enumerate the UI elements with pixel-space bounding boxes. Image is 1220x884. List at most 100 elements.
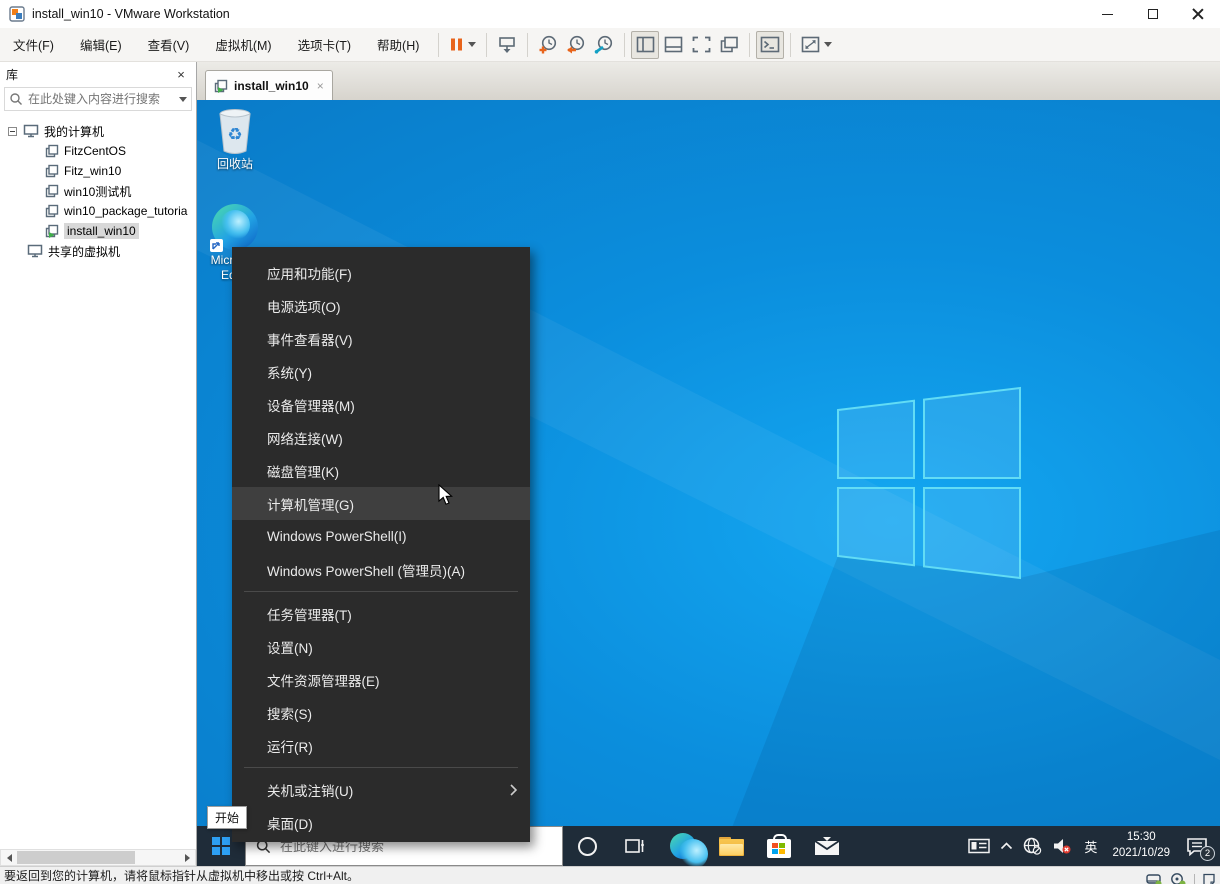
- menu-vm[interactable]: 虚拟机(M): [202, 28, 284, 61]
- store-button[interactable]: [755, 826, 803, 866]
- library-search-input[interactable]: [28, 92, 175, 106]
- menu-item-powershell[interactable]: Windows PowerShell(I): [232, 520, 530, 553]
- ime-indicator[interactable]: 英: [1077, 826, 1104, 866]
- toolbar-separator: [790, 33, 791, 57]
- menu-item-desktop[interactable]: 桌面(D): [232, 806, 530, 839]
- tree-node-my-computer[interactable]: 我的计算机: [0, 121, 196, 141]
- tree-collapse-icon[interactable]: [8, 127, 17, 136]
- minimize-icon: [1102, 14, 1113, 15]
- touch-keyboard-button[interactable]: [963, 826, 995, 866]
- menu-file[interactable]: 文件(F): [0, 28, 67, 61]
- vm-console-screen[interactable]: ♻ 回收站 Microsoft Edge 应用和功能(F) 电源选项(O) 事件…: [197, 100, 1220, 866]
- desktop-icon-recycle-bin[interactable]: ♻ 回收站: [202, 108, 268, 172]
- console-view-button[interactable]: [756, 31, 784, 59]
- tab-install-win10[interactable]: install_win10 ×: [205, 70, 333, 100]
- tab-close-icon[interactable]: ×: [317, 79, 324, 93]
- toolbar-separator: [624, 33, 625, 57]
- menu-view[interactable]: 查看(V): [135, 28, 203, 61]
- vm-name: win10_package_tutoria: [64, 204, 187, 218]
- pause-dropdown-caret[interactable]: [468, 42, 476, 47]
- unity-mode-icon: [720, 36, 739, 53]
- status-bar: 要返回到您的计算机，请将鼠标指针从虚拟机中移出或按 Ctrl+Alt。: [0, 866, 1220, 884]
- menu-item-search[interactable]: 搜索(S): [232, 696, 530, 729]
- menu-item-settings[interactable]: 设置(N): [232, 630, 530, 663]
- tree-node-vm[interactable]: Fitz_win10: [0, 161, 196, 181]
- tree-node-vm[interactable]: FitzCentOS: [0, 141, 196, 161]
- network-status-button[interactable]: [1018, 826, 1047, 866]
- toolbar-separator: [486, 33, 487, 57]
- action-center-button[interactable]: 2: [1178, 826, 1220, 866]
- stretch-dropdown-caret[interactable]: [824, 42, 832, 47]
- vm-running-icon: [45, 224, 59, 238]
- menu-item-computer-management[interactable]: 计算机管理(G): [232, 487, 530, 520]
- hard-disk-icon[interactable]: [1146, 873, 1163, 884]
- tree-node-shared-vms[interactable]: 共享的虚拟机: [0, 241, 196, 261]
- search-filter-caret[interactable]: [179, 97, 187, 102]
- menu-tabs[interactable]: 选项卡(T): [285, 28, 364, 61]
- scroll-left-icon[interactable]: [1, 850, 17, 865]
- send-ctrl-alt-del-button[interactable]: [493, 31, 521, 59]
- cd-rom-icon[interactable]: [1170, 873, 1187, 884]
- vm-icon: [45, 204, 59, 218]
- chevron-up-icon: [1000, 842, 1013, 850]
- edge-icon: [670, 833, 696, 859]
- menu-item-shutdown-signout[interactable]: 关机或注销(U): [232, 773, 530, 806]
- menu-item-apps-features[interactable]: 应用和功能(F): [232, 256, 530, 289]
- tree-node-vm[interactable]: win10_package_tutoria: [0, 201, 196, 221]
- menu-item-file-explorer[interactable]: 文件资源管理器(E): [232, 663, 530, 696]
- vm-tree: 我的计算机 FitzCentOS Fitz_win10: [0, 115, 196, 849]
- menu-item-run[interactable]: 运行(R): [232, 729, 530, 762]
- message-log-icon[interactable]: [1202, 873, 1216, 884]
- minimize-button[interactable]: [1085, 0, 1130, 28]
- library-search-box[interactable]: [4, 87, 192, 111]
- edge-taskbar-button[interactable]: [659, 826, 707, 866]
- pause-icon: [449, 37, 464, 52]
- tray-overflow-button[interactable]: [995, 826, 1018, 866]
- free-stretch-button[interactable]: [797, 31, 836, 59]
- volume-button[interactable]: [1047, 826, 1077, 866]
- cortana-button[interactable]: [563, 826, 611, 866]
- menu-item-network-connections[interactable]: 网络连接(W): [232, 421, 530, 454]
- network-globe-offline-icon: [1023, 837, 1042, 855]
- library-close-icon[interactable]: ×: [172, 67, 190, 82]
- free-stretch-icon: [801, 36, 820, 53]
- menu-item-task-manager[interactable]: 任务管理器(T): [232, 597, 530, 630]
- tree-node-vm-selected[interactable]: install_win10: [0, 221, 196, 241]
- task-view-button[interactable]: [611, 826, 659, 866]
- revert-snapshot-button[interactable]: [562, 31, 590, 59]
- unity-mode-button[interactable]: [715, 31, 743, 59]
- tab-bar: install_win10 ×: [197, 62, 1220, 100]
- recycle-bin-icon: ♻: [214, 108, 256, 154]
- menu-item-power-options[interactable]: 电源选项(O): [232, 289, 530, 322]
- store-icon: [767, 839, 791, 858]
- take-snapshot-button[interactable]: [534, 31, 562, 59]
- menu-item-device-manager[interactable]: 设备管理器(M): [232, 388, 530, 421]
- ctrl-alt-del-icon: [497, 36, 517, 54]
- menu-edit[interactable]: 编辑(E): [67, 28, 135, 61]
- scroll-right-icon[interactable]: [179, 850, 195, 865]
- menu-bar: 文件(F) 编辑(E) 查看(V) 虚拟机(M) 选项卡(T) 帮助(H): [0, 28, 1220, 62]
- snapshot-manager-button[interactable]: [590, 31, 618, 59]
- tree-node-vm[interactable]: win10测试机: [0, 181, 196, 201]
- library-panel-icon: [636, 36, 655, 53]
- device-status-icons: [1146, 873, 1216, 884]
- show-library-toggle[interactable]: [631, 31, 659, 59]
- pause-vm-button[interactable]: [445, 31, 480, 59]
- taskbar-clock[interactable]: 15:30 2021/10/29: [1104, 826, 1178, 866]
- thumbnail-bar-icon: [664, 36, 683, 53]
- fullscreen-button[interactable]: [687, 31, 715, 59]
- menu-item-powershell-admin[interactable]: Windows PowerShell (管理员)(A): [232, 553, 530, 586]
- computer-icon: [23, 124, 39, 138]
- menu-item-event-viewer[interactable]: 事件查看器(V): [232, 322, 530, 355]
- menu-help[interactable]: 帮助(H): [364, 28, 432, 61]
- library-horizontal-scrollbar[interactable]: [0, 849, 196, 866]
- show-thumbnail-bar-toggle[interactable]: [659, 31, 687, 59]
- file-explorer-button[interactable]: [707, 826, 755, 866]
- close-button[interactable]: [1175, 0, 1220, 28]
- mail-button[interactable]: [803, 826, 851, 866]
- maximize-button[interactable]: [1130, 0, 1175, 28]
- menu-item-disk-management[interactable]: 磁盘管理(K): [232, 454, 530, 487]
- menu-item-system[interactable]: 系统(Y): [232, 355, 530, 388]
- scrollbar-thumb[interactable]: [17, 851, 135, 864]
- toolbar-separator: [527, 33, 528, 57]
